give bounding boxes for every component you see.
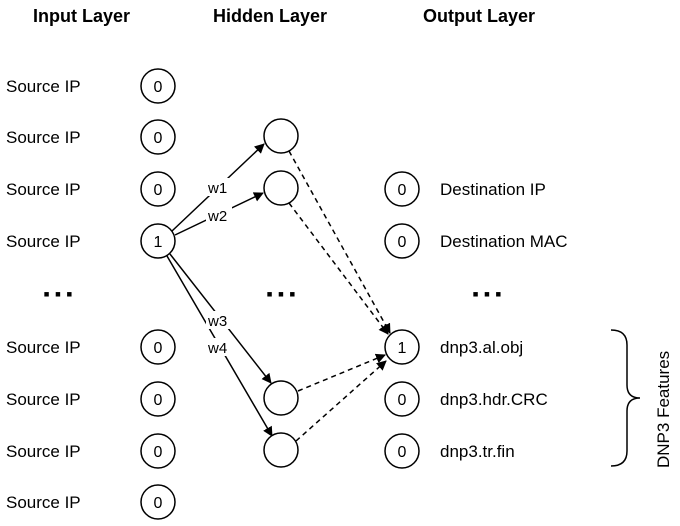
output-node-label: dnp3.al.obj: [440, 338, 523, 357]
input-node-value: 0: [154, 444, 163, 461]
right-curly-brace: [610, 329, 641, 467]
dashed-connection: [288, 150, 391, 334]
input-node-label: Source IP: [6, 390, 81, 409]
output-node-label: dnp3.hdr.CRC: [440, 390, 548, 409]
output-layer-header: Output Layer: [423, 6, 535, 26]
input-node: Source IP 0: [6, 433, 176, 469]
output-node-label: Destination IP: [440, 180, 546, 199]
input-node: Source IP 0: [6, 381, 176, 417]
dnp3-features-label: DNP3 Features: [654, 351, 673, 468]
hidden-node: [263, 118, 299, 154]
input-node-label: Source IP: [6, 493, 81, 512]
output-node-value: 0: [398, 182, 407, 199]
input-node: Source IP 0: [6, 484, 176, 520]
input-node-value: 1: [154, 234, 163, 251]
input-node: Source IP 0: [6, 119, 176, 155]
hidden-output-connections: [288, 150, 391, 442]
output-node: 0 dnp3.hdr.CRC: [384, 381, 548, 417]
hidden-node: [263, 380, 299, 416]
input-node-value: 0: [154, 392, 163, 409]
input-node-value: 0: [154, 79, 163, 96]
output-node-value: 0: [398, 234, 407, 251]
hidden-layer-header: Hidden Layer: [213, 6, 327, 26]
input-node-label: Source IP: [6, 180, 81, 199]
input-node-active: Source IP 1: [6, 223, 176, 259]
input-node-value: 0: [154, 495, 163, 512]
weight-label-w1: w1: [207, 180, 227, 197]
output-node: 0 dnp3.tr.fin: [384, 433, 515, 469]
output-node-label: Destination MAC: [440, 232, 568, 251]
hidden-layer: ▪ ▪ ▪: [263, 118, 299, 468]
input-node: Source IP 0: [6, 171, 176, 207]
input-node: Source IP 0: [6, 68, 176, 104]
weight-label-w4: w4: [207, 340, 227, 357]
input-node-value: 0: [154, 130, 163, 147]
output-ellipsis: ▪ ▪ ▪: [472, 284, 501, 304]
input-node-value: 0: [154, 182, 163, 199]
weight-label-w2: w2: [207, 208, 227, 225]
weight-label-w3: w3: [207, 313, 227, 330]
hidden-node: [263, 170, 299, 206]
hidden-ellipsis: ▪ ▪ ▪: [266, 284, 295, 304]
input-node-value: 0: [154, 340, 163, 357]
input-node-label: Source IP: [6, 232, 81, 251]
output-node-value: 0: [398, 444, 407, 461]
hidden-node: [263, 432, 299, 468]
output-node: 0 Destination IP: [384, 171, 546, 207]
input-ellipsis: ▪ ▪ ▪: [43, 284, 72, 304]
output-node-active: 1 dnp3.al.obj: [384, 329, 523, 365]
output-node: 0 Destination MAC: [384, 223, 568, 259]
output-node-value: 1: [398, 340, 407, 357]
input-node-label: Source IP: [6, 77, 81, 96]
output-layer: 0 Destination IP 0 Destination MAC ▪ ▪ ▪…: [384, 171, 568, 469]
output-node-label: dnp3.tr.fin: [440, 442, 515, 461]
input-node: Source IP 0: [6, 329, 176, 365]
input-node-label: Source IP: [6, 128, 81, 147]
input-node-label: Source IP: [6, 442, 81, 461]
input-layer-header: Input Layer: [33, 6, 130, 26]
output-node-value: 0: [398, 392, 407, 409]
dashed-connection: [288, 202, 389, 335]
neural-network-diagram: Input Layer Hidden Layer Output Layer So…: [6, 6, 673, 520]
input-node-label: Source IP: [6, 338, 81, 357]
input-layer: Source IP 0 Source IP 0 Source IP 0 Sour…: [6, 68, 176, 520]
